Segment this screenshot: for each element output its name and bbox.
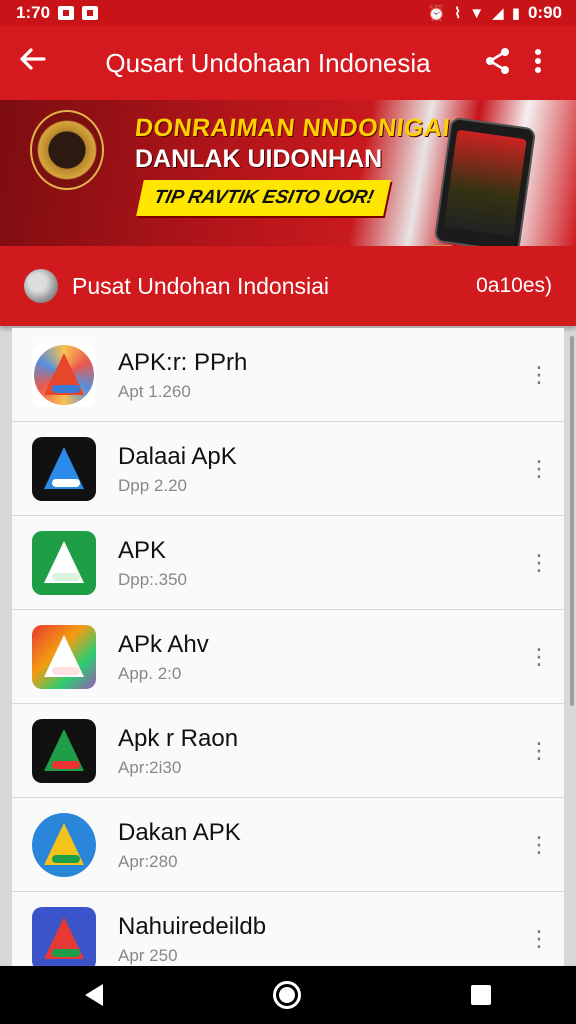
- app-title: Dakan APK: [118, 818, 241, 846]
- section-count: 0a10es): [476, 274, 552, 297]
- banner-headline: DONRAIMAN NNDONIGAI!: [133, 114, 461, 142]
- apk-dark-icon: [32, 436, 96, 501]
- app-list: APK:r: PPrh Apt 1.260 ⋮ Dalaai ApK Dpp 2…: [12, 328, 564, 966]
- more-vert-icon[interactable]: ⋮: [514, 833, 564, 856]
- apk-gradient-icon: [32, 624, 96, 689]
- list-item[interactable]: Dakan APK Apr:280 ⋮: [12, 798, 564, 892]
- nav-recents-icon[interactable]: [471, 985, 491, 1005]
- system-nav-bar: [0, 966, 576, 1024]
- app-subtitle: App. 2:0: [118, 663, 182, 683]
- battery-icon: ▮: [511, 5, 520, 22]
- alarm-icon: ⏰: [427, 5, 446, 22]
- promo-banner[interactable]: DONRAIMAN NNDONIGAI! DANLAK UIDONHAN TIP…: [0, 100, 576, 246]
- back-arrow-icon[interactable]: [18, 45, 58, 81]
- list-item[interactable]: APK Dpp:.350 ⋮: [12, 516, 564, 610]
- section-title: Pusat Undohan Indonsiai: [72, 272, 330, 299]
- app-title: Apk r Raon: [118, 724, 239, 752]
- status-time: 1:70: [16, 3, 51, 22]
- apk-blue-circle-icon: [32, 812, 96, 877]
- avatar: [24, 269, 58, 303]
- screen: 1:70 ⏰ ⌇ ▼ ◢ ▮ 0:90 Qusart Undohaan Indo…: [0, 0, 576, 1024]
- apk-burst-icon: [32, 342, 96, 407]
- apk-green-icon: [32, 530, 96, 595]
- apk-blue-icon: [32, 906, 96, 966]
- list-item[interactable]: Nahuiredeildb Apr 250 ⋮: [12, 892, 564, 966]
- emblem-logo: [30, 110, 104, 190]
- more-vert-icon[interactable]: ⋮: [514, 457, 564, 480]
- section-header: Pusat Undohan Indonsiai 0a10es): [0, 246, 576, 326]
- share-icon[interactable]: [478, 47, 518, 80]
- list-item[interactable]: Apk r Raon Apr:2i30 ⋮: [12, 704, 564, 798]
- more-vert-icon[interactable]: ⋮: [514, 739, 564, 762]
- banner-subheadline: DANLAK UIDONHAN: [135, 145, 383, 173]
- banner-ribbon: TIP RAVTIK ESITO UOR!: [136, 180, 392, 216]
- app-subtitle: Dpp:.350: [118, 569, 187, 589]
- more-vert-icon[interactable]: ⋮: [514, 363, 564, 386]
- more-vert-icon[interactable]: [518, 48, 558, 79]
- wifi-icon: ▼: [469, 4, 485, 22]
- list-item[interactable]: APK:r: PPrh Apt 1.260 ⋮: [12, 328, 564, 422]
- app-title: Dalaai ApK: [118, 442, 237, 470]
- vibrate-icon: ⌇: [453, 5, 462, 22]
- app-title: APK: [118, 536, 167, 564]
- notification-icon-2: [82, 6, 99, 20]
- notification-icon: [58, 6, 75, 20]
- signal-icon: ◢: [492, 5, 504, 22]
- app-subtitle: Apr 250: [118, 945, 178, 965]
- list-item[interactable]: APk Ahv App. 2:0 ⋮: [12, 610, 564, 704]
- more-vert-icon[interactable]: ⋮: [514, 927, 564, 950]
- scrollbar[interactable]: [570, 336, 574, 706]
- app-title: APK:r: PPrh: [118, 348, 248, 376]
- app-bar: Qusart Undohaan Indonesia: [0, 26, 576, 100]
- phone-image: [433, 116, 537, 246]
- app-subtitle: Apr:280: [118, 851, 178, 871]
- more-vert-icon[interactable]: ⋮: [514, 551, 564, 574]
- page-title: Qusart Undohaan Indonesia: [105, 47, 431, 78]
- app-title: APk Ahv: [118, 630, 209, 658]
- apk-black-icon: [32, 718, 96, 783]
- list-item[interactable]: Dalaai ApK Dpp 2.20 ⋮: [12, 422, 564, 516]
- status-clock: 0:90: [527, 3, 562, 22]
- app-subtitle: Apt 1.260: [118, 381, 191, 401]
- app-subtitle: Dpp 2.20: [118, 475, 187, 495]
- app-subtitle: Apr:2i30: [118, 757, 182, 777]
- app-title: Nahuiredeildb: [118, 912, 267, 940]
- nav-back-icon[interactable]: [85, 984, 103, 1006]
- nav-home-icon[interactable]: [273, 981, 301, 1009]
- status-bar: 1:70 ⏰ ⌇ ▼ ◢ ▮ 0:90: [0, 0, 576, 26]
- more-vert-icon[interactable]: ⋮: [514, 645, 564, 668]
